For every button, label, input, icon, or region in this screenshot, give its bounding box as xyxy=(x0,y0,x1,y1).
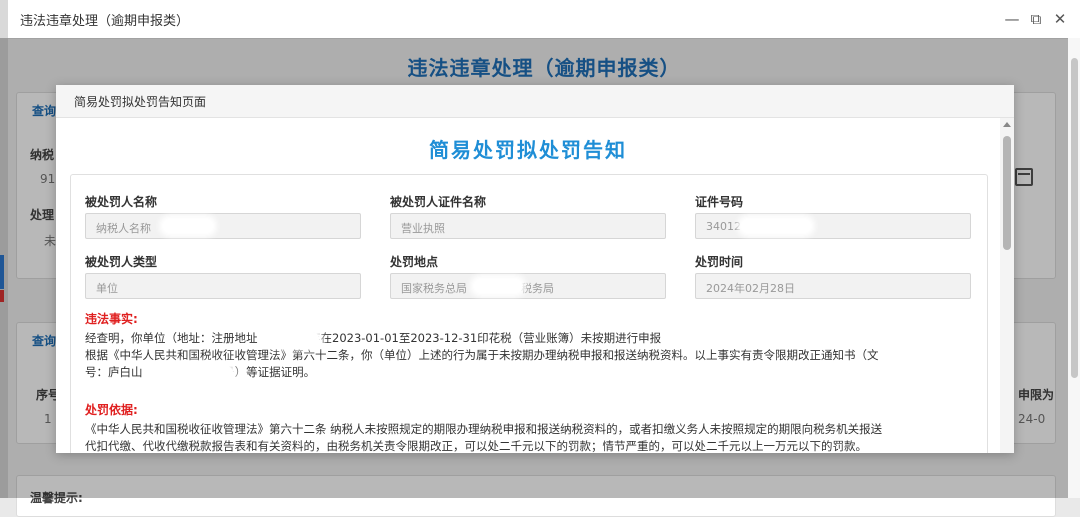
basis-paragraph: 《中华人民共和国税收征收管理法》第六十二条 纳税人未按照规定的期限办理纳税申报和… xyxy=(85,422,883,453)
minimize-icon[interactable]: — xyxy=(1004,10,1020,28)
modal-header: 简易处罚拟处罚告知页面 xyxy=(56,85,1014,118)
modal-body: 简易处罚拟处罚告知 被处罚人名称 纳税人名称 被处罚人证件名称 营业执照 证件号… xyxy=(56,118,1000,453)
close-icon[interactable]: ✕ xyxy=(1052,10,1068,28)
maximize-icon[interactable]: ⧉ xyxy=(1028,10,1044,28)
modal-scrollbar[interactable] xyxy=(1000,118,1014,453)
window-title: 违法违章处理（逾期申报类） xyxy=(20,14,190,29)
punish-time-label: 处罚时间 xyxy=(695,255,744,269)
punished-name-field[interactable]: 纳税人名称 xyxy=(85,213,361,239)
redaction xyxy=(275,332,319,346)
cert-number-label: 证件号码 xyxy=(695,195,744,209)
notice-title: 简易处罚拟处罚告知 xyxy=(429,138,627,162)
cert-number-field[interactable]: 34012 xyxy=(695,213,971,239)
scroll-up-icon[interactable] xyxy=(1003,122,1011,127)
page-scroll-thumb[interactable] xyxy=(1071,58,1078,378)
window-titlebar: 违法违章处理（逾期申报类） — ⧉ ✕ xyxy=(8,0,1080,39)
punished-cert-name-label: 被处罚人证件名称 xyxy=(390,195,487,209)
punished-type-field[interactable]: 单位 xyxy=(85,273,361,299)
facts-title: 违法事实: xyxy=(85,312,138,326)
punish-location-field[interactable]: 国家税务总局 税务局 xyxy=(390,273,666,299)
redaction xyxy=(741,219,811,233)
punished-type-label: 被处罚人类型 xyxy=(85,255,158,269)
punished-cert-name-field[interactable]: 营业执照 xyxy=(390,213,666,239)
basis-title: 处罚依据: xyxy=(85,403,138,417)
penalty-notice-modal: 简易处罚拟处罚告知页面 简易处罚拟处罚告知 被处罚人名称 纳税人名称 被处罚人证… xyxy=(56,85,1014,453)
punish-location-label: 处罚地点 xyxy=(390,255,439,269)
redaction xyxy=(474,279,522,293)
punished-name-label: 被处罚人名称 xyxy=(85,195,158,209)
redaction xyxy=(163,219,213,233)
page-scrollbar[interactable] xyxy=(1068,38,1080,498)
modal-title: 简易处罚拟处罚告知页面 xyxy=(74,95,207,109)
punish-time-field[interactable]: 2024年02月28日 xyxy=(695,273,971,299)
notice-form: 被处罚人名称 纳税人名称 被处罚人证件名称 营业执照 证件号码 34012 被处… xyxy=(70,174,988,453)
redaction xyxy=(163,366,233,380)
modal-scroll-thumb[interactable] xyxy=(1003,136,1011,250)
